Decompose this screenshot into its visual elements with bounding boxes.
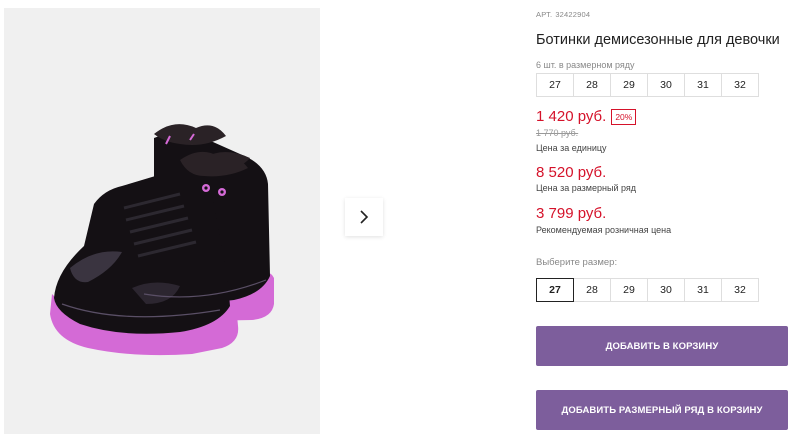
unit-price-caption: Цена за единицу: [536, 143, 607, 153]
product-photo[interactable]: [4, 8, 320, 434]
size-row-caption: 6 шт. в размерном ряду: [536, 60, 635, 70]
size-row-cell: 29: [610, 73, 648, 97]
discount-badge: 20%: [611, 108, 637, 125]
size-row-grid: 27 28 29 30 31 32: [536, 73, 759, 97]
size-row-cell: 28: [573, 73, 611, 97]
size-option-27[interactable]: 27: [536, 278, 574, 302]
product-title: Ботинки демисезонные для девочки: [536, 32, 780, 48]
size-option-32[interactable]: 32: [721, 278, 759, 302]
size-row-cell: 31: [684, 73, 722, 97]
size-row-cell: 30: [647, 73, 685, 97]
unit-price: 1 420 руб.: [536, 108, 607, 125]
size-picker: 27 28 29 30 31 32: [536, 278, 759, 302]
gallery-next-button[interactable]: [345, 198, 383, 236]
size-picker-label: Выберите размер:: [536, 257, 618, 268]
size-row-cell: 27: [536, 73, 574, 97]
size-option-28[interactable]: 28: [573, 278, 611, 302]
size-option-29[interactable]: 29: [610, 278, 648, 302]
sku: АРТ. 32422904: [536, 10, 590, 19]
retail-price-caption: Рекомендуемая розничная цена: [536, 225, 672, 235]
old-price: 1 770 руб.: [536, 128, 579, 138]
product-info-panel: АРТ. 32422904 Ботинки демисезонные для де…: [536, 0, 800, 434]
row-price: 8 520 руб.: [536, 164, 607, 181]
size-option-30[interactable]: 30: [647, 278, 685, 302]
retail-price: 3 799 руб.: [536, 205, 607, 222]
chevron-right-icon: [360, 210, 369, 224]
row-price-caption: Цена за размерный ряд: [536, 183, 637, 193]
product-gallery: [0, 0, 508, 434]
sku-label: АРТ.: [536, 10, 553, 19]
add-to-cart-button[interactable]: ДОБАВИТЬ В КОРЗИНУ: [536, 326, 788, 366]
size-option-31[interactable]: 31: [684, 278, 722, 302]
unit-price-row: 1 420 руб. 20%: [536, 108, 637, 125]
sku-value: 32422904: [555, 10, 591, 19]
add-size-row-to-cart-button[interactable]: ДОБАВИТЬ РАЗМЕРНЫЙ РЯД В КОРЗИНУ: [536, 390, 788, 430]
boots-image: [4, 8, 320, 434]
size-row-cell: 32: [721, 73, 759, 97]
